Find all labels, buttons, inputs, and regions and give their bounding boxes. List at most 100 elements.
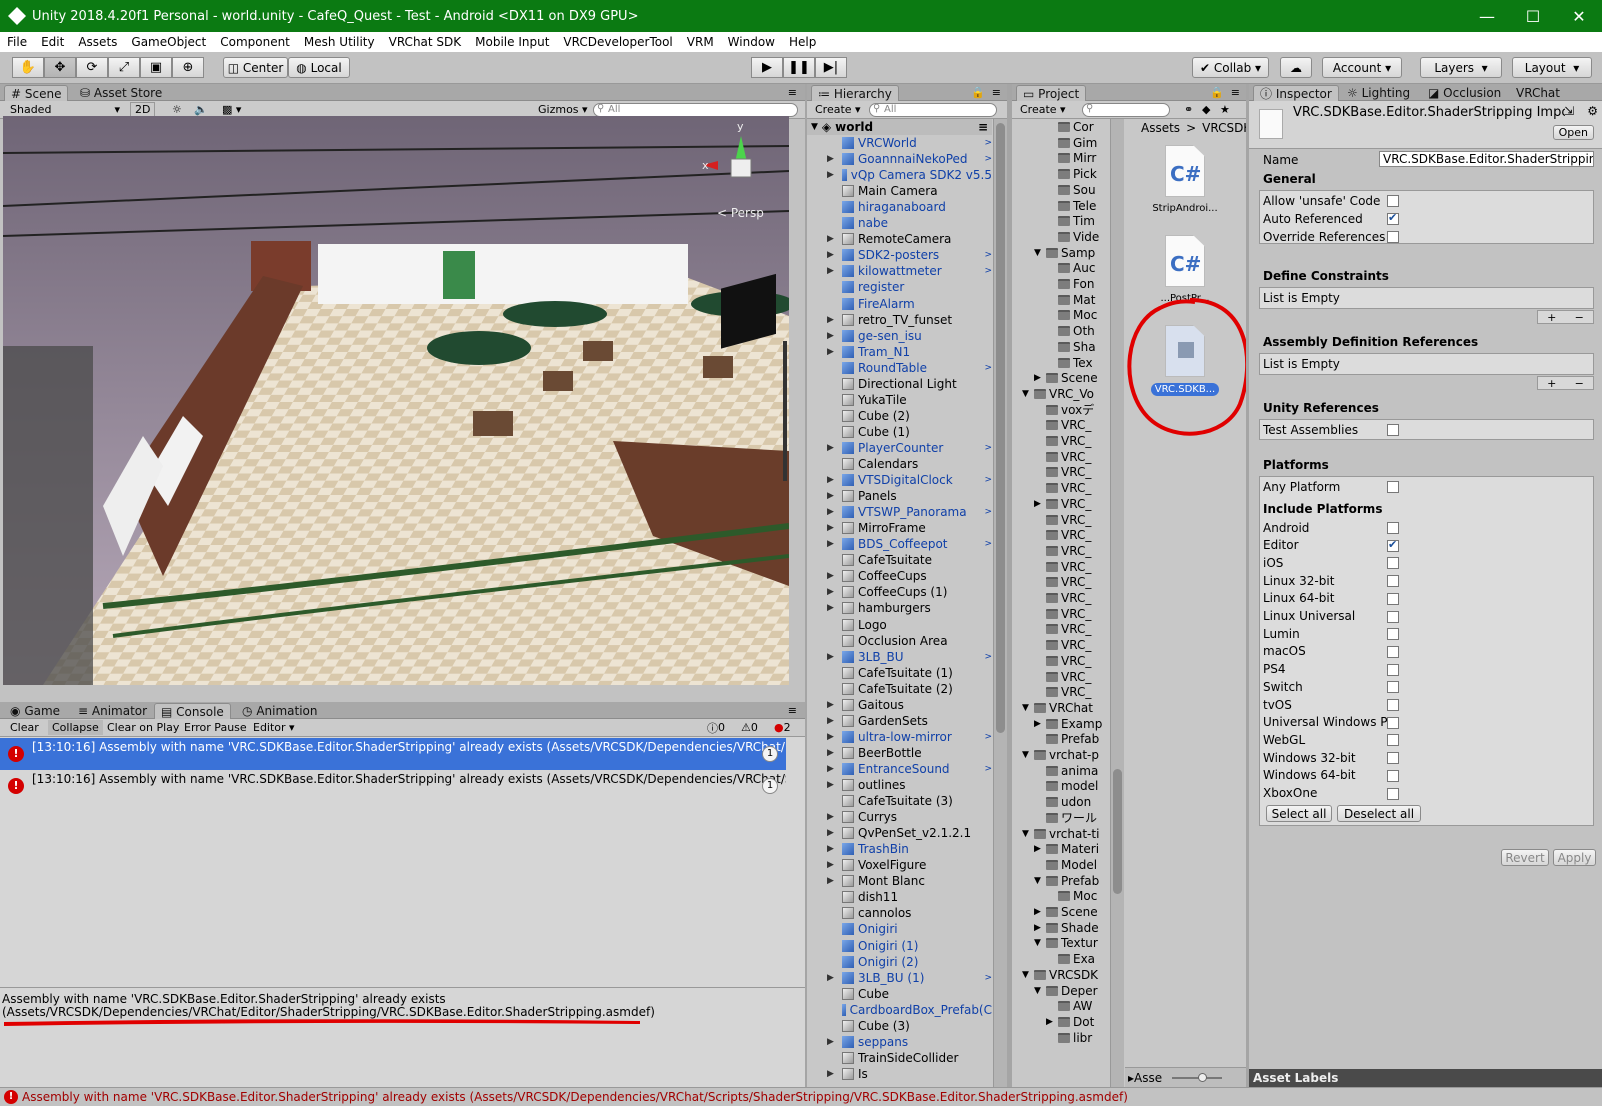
scene-menu-icon[interactable]: ≡ [978,120,988,134]
platform-checkbox[interactable] [1387,592,1399,605]
hierarchy-create-button[interactable]: Create ▾ [811,102,865,117]
hierarchy-item[interactable]: ▶ Currys [827,809,992,825]
expand-arrow-icon[interactable]: ▼ [1022,750,1029,760]
project-folder[interactable]: Mirr [1058,150,1096,166]
cloud-icon[interactable]: ☁ [1280,57,1312,78]
project-folder[interactable]: ▼ VRChat [1022,700,1093,716]
hierarchy-item[interactable]: ▶ GoannnaiNekoPed > [827,151,992,167]
hierarchy-item[interactable]: ▶ PlayerCounter > [827,440,992,456]
move-tool-icon[interactable]: ✥ [44,57,76,78]
expand-arrow-icon[interactable]: ▶ [827,491,834,501]
project-folder[interactable]: ▶ VRC_ [1034,496,1091,512]
platform-checkbox[interactable] [1387,645,1399,658]
hierarchy-scrollbar[interactable] [993,119,1007,1087]
menu-component[interactable]: Component [213,35,297,49]
panel-menu-icon[interactable]: ≡ [988,85,1005,100]
shading-mode-dropdown[interactable]: Shaded ▾ [6,102,124,117]
hierarchy-item[interactable]: ▶ Mont Blanc [827,873,992,889]
name-field[interactable]: VRC.SDKBase.Editor.ShaderStripping [1379,151,1594,167]
chevron-right-icon[interactable]: > [984,154,992,164]
project-asset[interactable]: C# StripAndroi... [1145,145,1225,214]
project-tree-scrollbar[interactable] [1110,119,1124,1087]
hierarchy-item[interactable]: ▶ BDS_Coffeepot > [827,536,992,552]
audio-toggle-icon[interactable]: 🔈 [190,102,212,117]
platform-checkbox[interactable] [1387,610,1399,623]
expand-arrow-icon[interactable]: ▶ [827,443,834,453]
hierarchy-item[interactable]: ▶ outlines [827,777,992,793]
hierarchy-item[interactable]: ▶ TrashBin [827,841,992,857]
expand-arrow-icon[interactable]: ▶ [827,1037,834,1047]
scrollbar-thumb[interactable] [996,123,1005,733]
platform-checkbox[interactable] [1387,734,1399,747]
platform-checkbox[interactable] [1387,575,1399,588]
expand-arrow-icon[interactable]: ▶ [1034,844,1041,854]
tab-scene[interactable]: # Scene [4,85,69,101]
project-folder[interactable]: VRC_ [1046,621,1091,637]
chevron-right-icon[interactable]: > [984,652,992,662]
hierarchy-item[interactable]: ▶ retro_TV_funset [827,312,992,328]
project-folder[interactable]: Moc [1058,307,1097,323]
expand-arrow-icon[interactable]: ▶ [827,523,834,533]
platform-checkbox[interactable] [1387,716,1399,729]
project-folder[interactable]: VRC_ [1046,637,1091,653]
platform-checkbox[interactable] [1387,557,1399,570]
expand-arrow-icon[interactable]: ▼ [1034,248,1041,258]
platform-checkbox[interactable] [1387,681,1399,694]
transform-tool-icon[interactable]: ⊕ [172,57,204,78]
hierarchy-item[interactable]: ▶ VTSDigitalClock > [827,472,992,488]
plus-icon[interactable]: + [1547,377,1556,390]
menu-file[interactable]: File [0,35,34,49]
scene-search-input[interactable]: All [593,103,798,117]
project-folder[interactable]: Vide [1058,229,1099,245]
project-folder[interactable]: ▶ Examp [1034,716,1102,732]
hand-tool-icon[interactable]: ✋ [12,57,44,78]
hierarchy-item[interactable]: ▶ MirroFrame [827,520,992,536]
gear-icon[interactable]: ⚙ [1587,104,1598,118]
help-icon[interactable]: ⇲ [1564,104,1574,118]
expand-arrow-icon[interactable]: ▶ [827,234,834,244]
hierarchy-item[interactable]: ▶ CoffeeCups [827,568,992,584]
general-option-checkbox[interactable] [1387,211,1399,225]
expand-arrow-icon[interactable]: ▶ [827,347,834,357]
expand-arrow-icon[interactable]: ▶ [827,475,834,485]
warning-count-toggle[interactable]: ⚠ 0 [737,720,762,735]
expand-arrow-icon[interactable]: ▶ [827,539,834,549]
hierarchy-item[interactable]: YukaTile [842,392,992,408]
hierarchy-item[interactable]: ▶ BeerBottle [827,745,992,761]
hierarchy-item[interactable]: ▶ hamburgers [827,600,992,616]
project-folder[interactable]: Pick [1058,166,1097,182]
error-count-toggle[interactable]: ● 2 [770,720,795,735]
deselect-all-button[interactable]: Deselect all [1337,805,1421,822]
expand-arrow-icon[interactable]: ▶ [827,652,834,662]
chevron-right-icon[interactable]: > [984,475,992,485]
project-folder[interactable]: ▼ Textur [1034,935,1098,951]
project-folder[interactable]: VRC_ [1046,433,1091,449]
project-folder[interactable]: Tex [1058,355,1093,371]
lighting-toggle-icon[interactable]: ☼ [168,102,186,117]
project-folder[interactable]: ▶ Materi [1034,841,1099,857]
platform-checkbox[interactable] [1387,663,1399,676]
project-folder[interactable]: voxデ [1046,402,1094,418]
expand-arrow-icon[interactable]: ▶ [1034,373,1041,383]
project-search-input[interactable] [1082,103,1170,117]
project-folder[interactable]: model [1046,778,1098,794]
hierarchy-item[interactable]: Main Camera [842,183,992,199]
hierarchy-item[interactable]: ▶ VTSWP_Panorama > [827,504,992,520]
expand-arrow-icon[interactable]: ▶ [827,331,834,341]
project-folder[interactable]: ▼ vrchat-ti [1022,826,1099,842]
scrollbar-thumb[interactable] [1113,769,1122,894]
expand-arrow-icon[interactable]: ▶ [1034,499,1041,509]
platform-checkbox[interactable] [1387,628,1399,641]
hierarchy-item[interactable]: ▶ Is [827,1066,992,1082]
asset-labels-bar[interactable]: Asset Labels [1249,1069,1602,1087]
hierarchy-search-input[interactable]: All [869,103,997,117]
project-folder[interactable]: Mat [1058,292,1095,308]
hierarchy-item[interactable]: ▶ seppans [827,1034,992,1050]
project-folder[interactable]: ▼ Prefab [1034,873,1099,889]
expand-arrow-icon[interactable]: ▼ [1034,938,1041,948]
menu-gameobject[interactable]: GameObject [124,35,213,49]
rect-tool-icon[interactable]: ▣ [140,57,172,78]
hierarchy-item[interactable]: CafeTsuitate [842,552,992,568]
project-folder[interactable]: VRC_ [1046,543,1091,559]
project-folder[interactable]: ▶ Dot [1046,1014,1094,1030]
